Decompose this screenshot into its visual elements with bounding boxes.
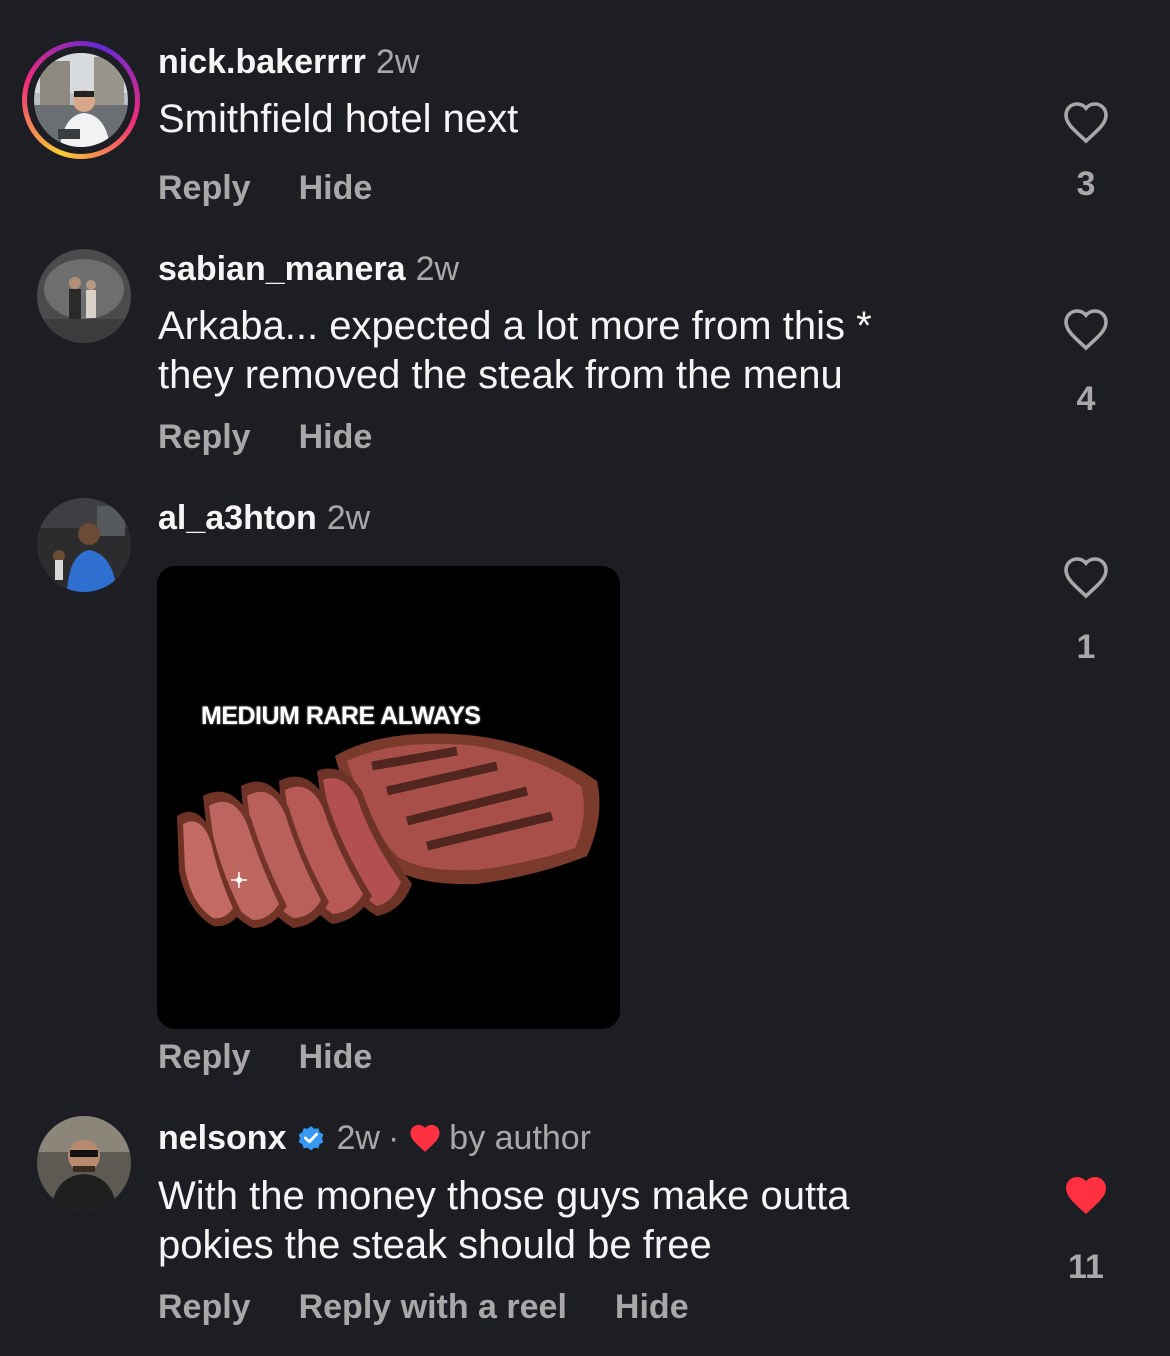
like-control: 11 xyxy=(1054,1173,1118,1287)
avatar[interactable] xyxy=(37,249,131,343)
comment-text: Smithfield hotel next xyxy=(158,95,518,144)
hide-button[interactable]: Hide xyxy=(299,1038,373,1076)
story-ring[interactable] xyxy=(22,41,140,159)
comment-actions: Reply Hide xyxy=(158,417,420,457)
hide-button[interactable]: Hide xyxy=(299,418,373,456)
avatar[interactable] xyxy=(34,53,128,147)
like-control: 1 xyxy=(1054,555,1118,667)
steak-illustration xyxy=(177,733,600,928)
timestamp: 2w xyxy=(375,43,420,81)
heart-outline-icon[interactable] xyxy=(1061,555,1111,599)
comment-text-line: Smithfield hotel next xyxy=(158,97,519,141)
comment-text-line: With the money those guys make outta xyxy=(158,1174,850,1218)
timestamp: 2w xyxy=(326,499,371,537)
reply-with-reel-button[interactable]: Reply with a reel xyxy=(299,1288,567,1326)
hide-button[interactable]: Hide xyxy=(299,169,373,207)
comment-header: al_a3hton 2w xyxy=(158,498,370,538)
reply-button[interactable]: Reply xyxy=(158,169,251,207)
verified-badge-icon xyxy=(299,1126,324,1151)
comment-text: Arkaba... expected a lot more from this … xyxy=(158,302,872,400)
comment-header: sabian_manera 2w xyxy=(158,249,459,289)
heart-outline-icon[interactable] xyxy=(1061,307,1111,351)
like-control: 3 xyxy=(1054,100,1118,204)
heart-outline-icon[interactable] xyxy=(1061,100,1111,144)
comment-header: nick.bakerrrr 2w xyxy=(158,42,419,82)
timestamp: 2w xyxy=(415,250,460,288)
separator-dot: · xyxy=(387,1119,400,1157)
comment-text-line: pokies the steak should be free xyxy=(158,1223,712,1267)
avatar[interactable] xyxy=(37,1116,131,1210)
like-count: 11 xyxy=(1068,1248,1104,1286)
username[interactable]: nelsonx xyxy=(158,1118,286,1158)
comment-text: With the money those guys make outta pok… xyxy=(158,1172,849,1270)
username[interactable]: sabian_manera xyxy=(158,249,406,289)
reply-button[interactable]: Reply xyxy=(158,1288,251,1326)
comment-text-line: Arkaba... expected a lot more from this … xyxy=(158,304,872,348)
username[interactable]: al_a3hton xyxy=(158,498,317,538)
hide-button[interactable]: Hide xyxy=(615,1288,689,1326)
like-count: 1 xyxy=(1076,628,1096,666)
timestamp: 2w xyxy=(336,1119,380,1157)
like-count: 3 xyxy=(1076,165,1096,203)
like-control: 4 xyxy=(1054,307,1118,419)
comment-header: nelsonx 2w · by author xyxy=(158,1118,591,1158)
comment-text-line: they removed the steak from the menu xyxy=(158,353,843,397)
username[interactable]: nick.bakerrrr xyxy=(158,42,366,82)
heart-filled-icon xyxy=(410,1124,440,1152)
reply-button[interactable]: Reply xyxy=(158,418,251,456)
heart-filled-icon[interactable] xyxy=(1061,1173,1111,1217)
like-count: 4 xyxy=(1076,380,1096,418)
comment-actions: Reply Reply with a reel Hide xyxy=(158,1287,737,1327)
liked-by-author-label: by author xyxy=(449,1119,592,1157)
comment-actions: Reply Hide xyxy=(158,1037,420,1077)
comment-actions: Reply Hide xyxy=(158,168,420,208)
reply-button[interactable]: Reply xyxy=(158,1038,251,1076)
avatar[interactable] xyxy=(37,498,131,592)
comment-image[interactable]: MEDIUM RARE ALWAYS xyxy=(157,566,620,1029)
